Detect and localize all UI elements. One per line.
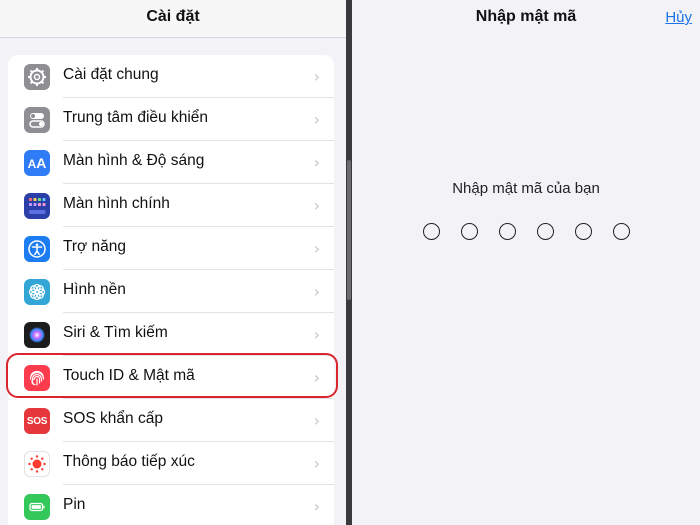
passcode-dot — [422, 223, 440, 240]
chevron-right-icon: › — [313, 454, 320, 473]
sidebar-item-label: Pin — [63, 496, 86, 513]
chevron-right-icon: › — [313, 239, 320, 258]
sidebar-item-battery[interactable]: Pin › — [8, 485, 334, 525]
sidebar-item-label: Màn hình chính — [63, 195, 170, 212]
chevron-right-icon: › — [313, 153, 320, 172]
exposure-icon — [24, 451, 50, 477]
sos-icon: SOS — [24, 408, 50, 434]
passcode-dot — [536, 223, 554, 240]
sidebar-item-label: Màn hình & Độ sáng — [63, 152, 205, 169]
sidebar-item-accessibility[interactable]: Trợ năng › — [8, 227, 334, 270]
chevron-right-icon: › — [313, 110, 320, 129]
cancel-button[interactable]: Hủy — [665, 9, 692, 26]
settings-sidebar: Cài đặt Cài đặt chung › Trung tâm điều k… — [0, 0, 346, 525]
sos-icon-text: SOS — [26, 415, 48, 427]
sidebar-item-label: Siri & Tìm kiếm — [63, 324, 168, 341]
passcode-prompt: Nhập mật mã của bạn — [452, 180, 600, 197]
passcode-dot — [612, 223, 630, 240]
battery-icon — [24, 494, 50, 520]
passcode-dot — [574, 223, 592, 240]
home-grid-icon — [24, 193, 50, 219]
sidebar-item-label: Cài đặt chung — [63, 66, 159, 83]
sidebar-item-wallpaper[interactable]: Hình nền › — [8, 270, 334, 313]
chevron-right-icon: › — [313, 497, 320, 516]
sidebar-item-emergency-sos[interactable]: SOS SOS khẩn cấp › — [8, 399, 334, 442]
selection-highlight — [6, 353, 338, 398]
sidebar-item-display-brightness[interactable]: AA Màn hình & Độ sáng › — [8, 141, 334, 184]
sidebar-title: Cài đặt — [146, 8, 200, 25]
chevron-right-icon: › — [313, 325, 320, 344]
sidebar-item-label: SOS khẩn cấp — [63, 410, 163, 427]
chevron-right-icon: › — [313, 67, 320, 86]
flower-icon — [24, 279, 50, 305]
split-view-handle[interactable] — [347, 160, 351, 300]
sidebar-item-siri-search[interactable]: Siri & Tìm kiếm › — [8, 313, 334, 356]
toggles-icon — [24, 107, 50, 133]
chevron-right-icon: › — [313, 196, 320, 215]
sidebar-item-exposure-notifications[interactable]: Thông báo tiếp xúc › — [8, 442, 334, 485]
page-title: Nhập mật mã — [475, 8, 577, 25]
passcode-dot — [498, 223, 516, 240]
gear-icon — [24, 64, 50, 90]
passcode-dots — [352, 223, 700, 240]
sidebar-item-label: Trợ năng — [63, 238, 127, 255]
passcode-pane: Nhập mật mã Hủy Nhập mật mã của bạn — [352, 0, 700, 525]
sidebar-item-general[interactable]: Cài đặt chung › — [8, 55, 334, 98]
passcode-dot — [460, 223, 478, 240]
sidebar-item-home-screen[interactable]: Màn hình chính › — [8, 184, 334, 227]
chevron-right-icon: › — [313, 411, 320, 430]
siri-icon — [24, 322, 50, 348]
chevron-right-icon: › — [313, 282, 320, 301]
text-size-icon: AA — [24, 150, 50, 176]
accessibility-icon — [24, 236, 50, 262]
sidebar-item-label: Trung tâm điều khiển — [63, 109, 209, 126]
sidebar-header: Cài đặt — [0, 0, 346, 38]
settings-list: Cài đặt chung › Trung tâm điều khiển › A… — [8, 55, 334, 525]
sidebar-item-label: Thông báo tiếp xúc — [63, 453, 195, 470]
sidebar-item-control-center[interactable]: Trung tâm điều khiển › — [8, 98, 334, 141]
sidebar-item-label: Hình nền — [63, 281, 126, 298]
